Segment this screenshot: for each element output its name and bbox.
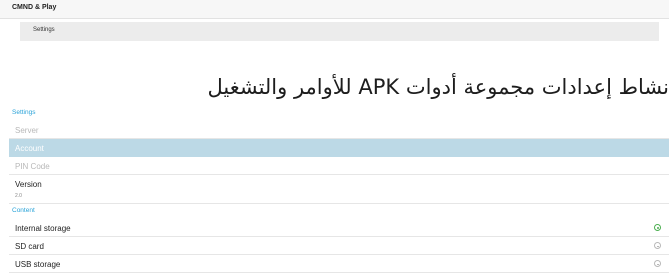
- radio-unchecked-icon[interactable]: [654, 242, 661, 249]
- settings-item-server[interactable]: Server: [9, 121, 669, 139]
- page-title: نشاط إعدادات مجموعة أدوات APK للأوامر وا…: [207, 75, 669, 99]
- radio-checked-icon[interactable]: [654, 224, 661, 231]
- settings-item-label: Server: [15, 126, 39, 135]
- content-item-label: USB storage: [15, 260, 61, 269]
- content-item-internal-storage[interactable]: Internal storage: [9, 219, 669, 237]
- settings-item-version[interactable]: Version 2.0: [9, 175, 669, 204]
- page-heading-container: نشاط إعدادات مجموعة أدوات APK للأوامر وا…: [0, 72, 669, 102]
- tab-settings[interactable]: Settings: [33, 27, 55, 33]
- content-item-usb-storage[interactable]: USB storage: [9, 255, 669, 273]
- settings-item-label: PIN Code: [15, 162, 50, 171]
- content-item-label: SD card: [15, 242, 44, 251]
- settings-item-label: Version: [15, 180, 42, 189]
- app-title: CMND & Play: [12, 4, 57, 11]
- settings-section-header: Settings: [12, 109, 36, 116]
- settings-item-label: Account: [15, 144, 44, 153]
- settings-item-account[interactable]: Account: [9, 139, 669, 157]
- radio-unchecked-icon[interactable]: [654, 260, 661, 267]
- settings-item-pin-code[interactable]: PIN Code: [9, 157, 669, 175]
- version-value: 2.0: [15, 193, 22, 199]
- content-section-header: Content: [12, 207, 35, 214]
- content-item-label: Internal storage: [15, 224, 71, 233]
- tab-strip: Settings: [20, 22, 659, 41]
- app-bar: CMND & Play: [0, 0, 669, 19]
- content-item-sd-card[interactable]: SD card: [9, 237, 669, 255]
